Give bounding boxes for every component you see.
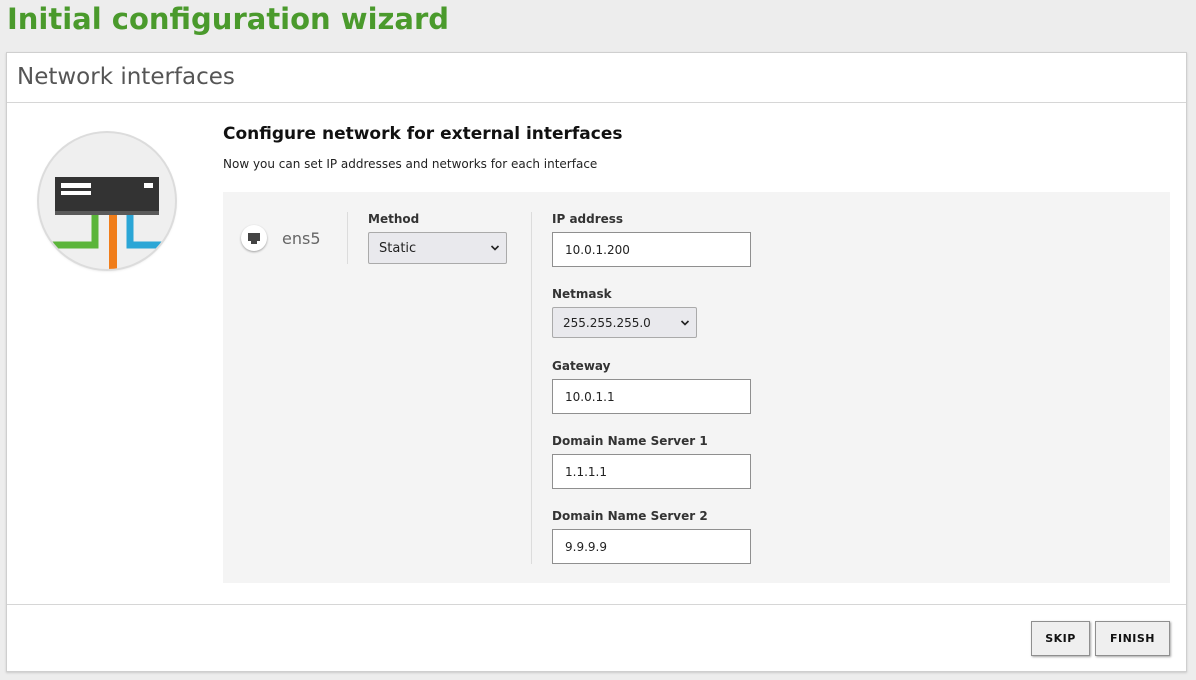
netmask-label: Netmask xyxy=(552,287,612,301)
chevron-down-icon xyxy=(490,245,500,251)
ethernet-port-icon xyxy=(241,225,267,251)
footer-divider xyxy=(7,604,1186,605)
network-switch-icon xyxy=(39,133,175,269)
dns2-input[interactable] xyxy=(552,529,751,564)
dns2-label: Domain Name Server 2 xyxy=(552,509,708,523)
skip-button[interactable]: SKIP xyxy=(1031,621,1090,656)
wizard-title: Initial configuration wizard xyxy=(7,2,450,36)
interface-name: ens5 xyxy=(282,228,321,248)
section-description: Now you can set IP addresses and network… xyxy=(223,157,598,171)
finish-button[interactable]: FINISH xyxy=(1095,621,1170,656)
method-label: Method xyxy=(368,212,420,226)
ip-address-label: IP address xyxy=(552,212,624,226)
interface-row: ens5 Method Static IP address Netmask 25… xyxy=(223,192,1170,583)
interface-header: ens5 xyxy=(241,225,321,251)
network-interfaces-panel: Network interfaces Configure network for… xyxy=(6,52,1187,672)
gateway-input[interactable] xyxy=(552,379,751,414)
dns1-label: Domain Name Server 1 xyxy=(552,434,708,448)
divider xyxy=(347,212,348,264)
configuration-section: Configure network for external interface… xyxy=(223,123,1173,172)
panel-title: Network interfaces xyxy=(7,53,1186,103)
netmask-select[interactable]: 255.255.255.0 xyxy=(552,307,697,338)
dns1-input[interactable] xyxy=(552,454,751,489)
ip-address-input[interactable] xyxy=(552,232,751,267)
section-title: Configure network for external interface… xyxy=(223,124,623,144)
gateway-label: Gateway xyxy=(552,359,611,373)
method-select[interactable]: Static xyxy=(368,232,507,264)
divider xyxy=(531,212,532,564)
chevron-down-icon xyxy=(680,319,690,326)
method-value: Static xyxy=(379,240,417,256)
netmask-value: 255.255.255.0 xyxy=(563,315,651,330)
